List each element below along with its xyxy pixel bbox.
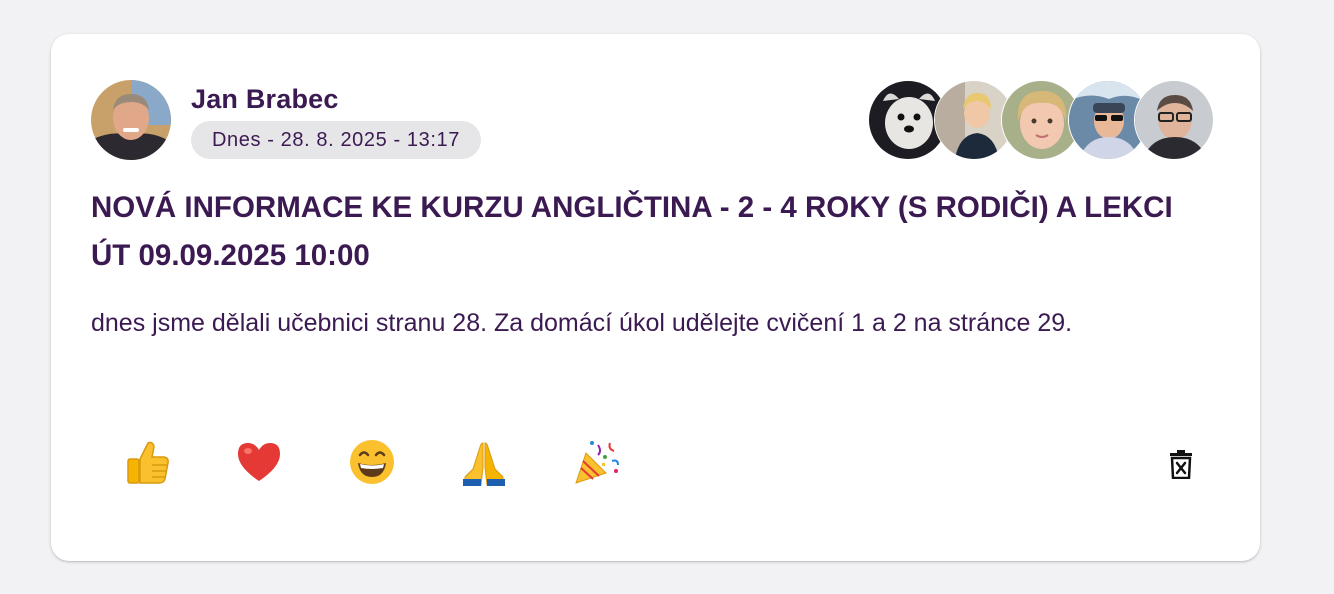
author-name: Jan Brabec [191,84,339,114]
post-date: Dnes - 28. 8. 2025 - 13:17 [191,121,481,159]
post-body: dnes jsme dělali učebnici stranu 28. Za … [91,309,1073,337]
post-card: Jan Brabec Dnes - 28. 8. 2025 - 13:17 NO… [51,34,1260,561]
heart-icon [238,443,280,481]
participant-avatar[interactable] [1134,80,1214,160]
grinning-face-icon [350,440,394,484]
participants-avatars[interactable] [868,80,1218,160]
post-title: NOVÁ INFORMACE KE KURZU ANGLIČTINA - 2 -… [91,191,1173,272]
delete-button[interactable] [1159,442,1203,486]
author-avatar[interactable] [91,80,171,160]
reaction-grinning-face[interactable] [336,434,408,490]
party-popper-icon [575,441,619,484]
reaction-thumbs-up[interactable] [111,434,183,490]
reaction-party-popper[interactable] [561,434,633,490]
reaction-folded-hands[interactable] [448,434,520,490]
delete-icon [1170,450,1192,479]
folded-hands-icon [463,442,505,486]
reaction-heart[interactable] [223,434,295,490]
thumbs-up-icon [127,441,169,484]
